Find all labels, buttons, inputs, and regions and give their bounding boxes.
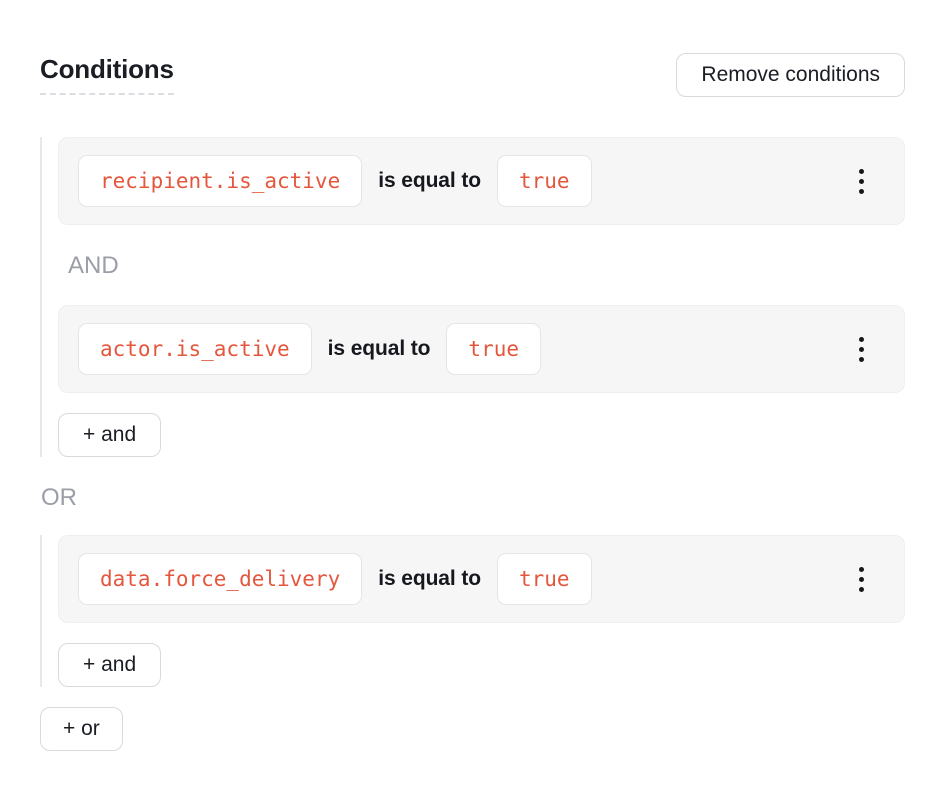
operator-label: is equal to — [378, 567, 481, 591]
or-joiner-label: OR — [41, 483, 905, 513]
condition-row: recipient.is_active is equal to true — [58, 137, 905, 225]
variable-chip[interactable]: actor.is_active — [78, 323, 312, 375]
condition-row: actor.is_active is equal to true — [58, 305, 905, 393]
conditions-panel: Conditions Remove conditions recipient.i… — [0, 0, 946, 792]
value-chip[interactable]: true — [446, 323, 541, 375]
condition-group: data.force_delivery is equal to true + a… — [40, 535, 905, 687]
remove-conditions-button[interactable]: Remove conditions — [676, 53, 905, 97]
value-chip[interactable]: true — [497, 155, 592, 207]
kebab-menu-icon[interactable] — [851, 163, 872, 200]
header: Conditions Remove conditions — [40, 53, 905, 97]
variable-chip[interactable]: recipient.is_active — [78, 155, 362, 207]
kebab-menu-icon[interactable] — [851, 561, 872, 598]
and-joiner-label: AND — [68, 251, 905, 281]
condition-group: recipient.is_active is equal to true AND… — [40, 137, 905, 457]
operator-label: is equal to — [328, 337, 431, 361]
add-and-button[interactable]: + and — [58, 643, 161, 687]
add-or-button[interactable]: + or — [40, 707, 123, 751]
page-title: Conditions — [40, 53, 174, 95]
variable-chip[interactable]: data.force_delivery — [78, 553, 362, 605]
kebab-menu-icon[interactable] — [851, 331, 872, 368]
value-chip[interactable]: true — [497, 553, 592, 605]
add-and-button[interactable]: + and — [58, 413, 161, 457]
operator-label: is equal to — [378, 169, 481, 193]
condition-row: data.force_delivery is equal to true — [58, 535, 905, 623]
